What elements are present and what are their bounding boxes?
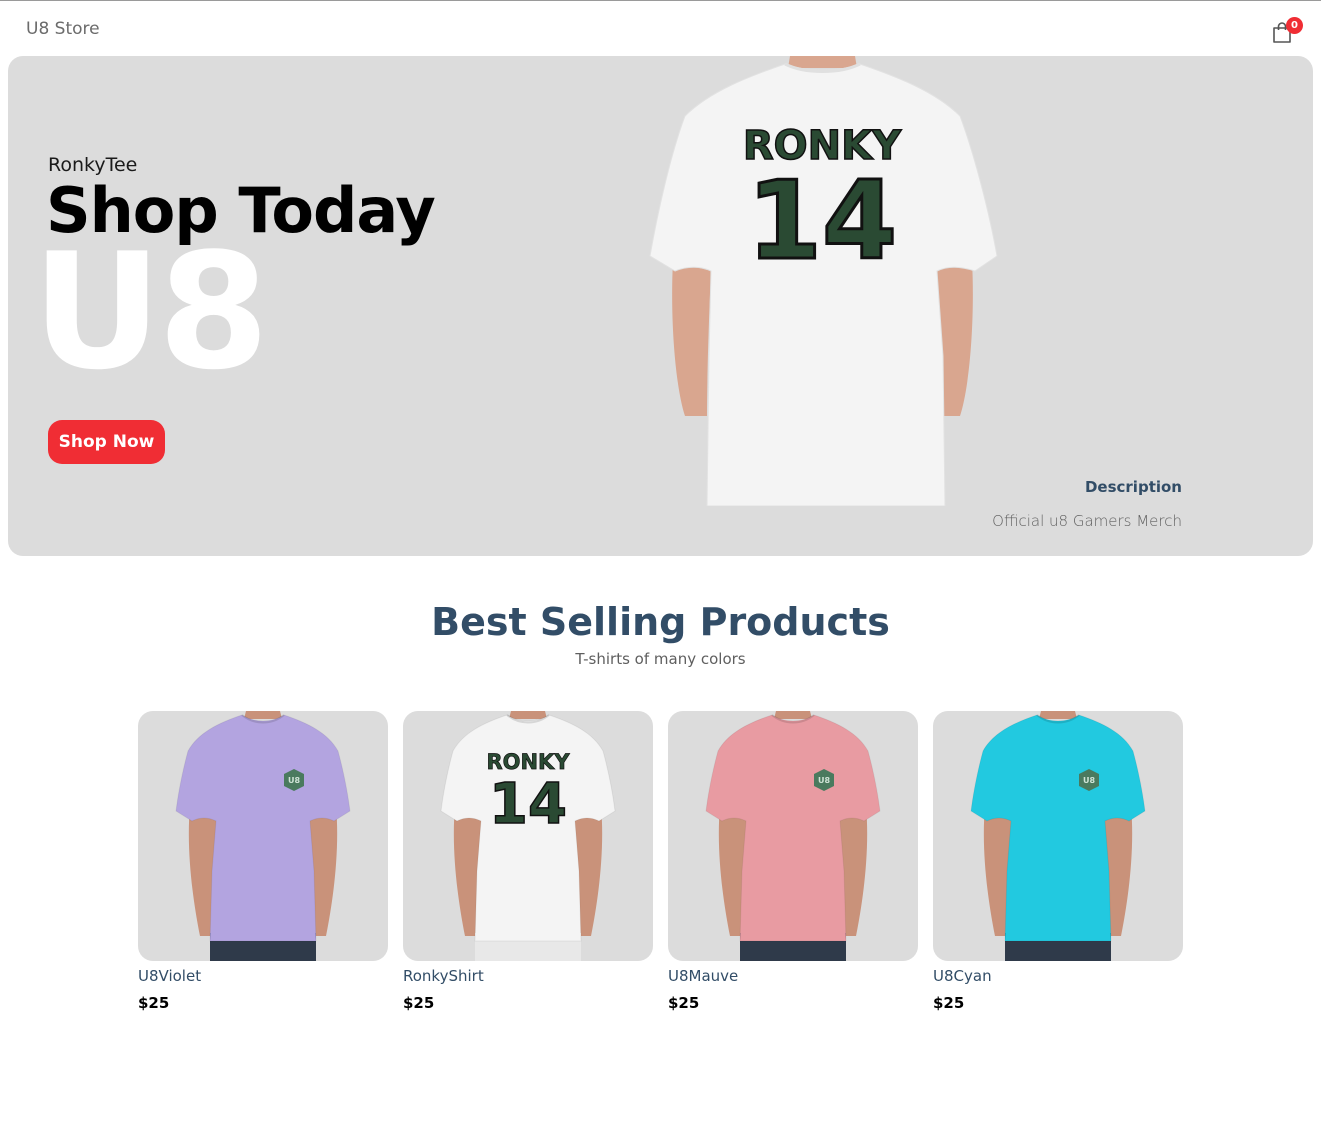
- products-heading: Best Selling Products T-shirts of many c…: [0, 600, 1321, 668]
- shirt-illustration: U8: [970, 711, 1146, 961]
- product-card[interactable]: U8 U8Mauve $25: [668, 711, 918, 1021]
- hero-banner: RonkyTee Shop Today U8 Shop Now RONKY 14…: [8, 56, 1313, 556]
- hero-subtitle: RonkyTee: [48, 154, 138, 176]
- store-logo[interactable]: U8 Store: [26, 19, 100, 39]
- product-card[interactable]: RONKY 14 RonkyShirt $25: [403, 711, 653, 1021]
- description-heading: Description: [1084, 478, 1182, 496]
- product-card[interactable]: U8 U8Violet $25: [138, 711, 388, 1021]
- product-price: $25: [403, 994, 435, 1012]
- product-name: U8Violet: [138, 967, 202, 985]
- shirt-neck: [774, 711, 812, 719]
- product-image[interactable]: U8: [668, 711, 918, 961]
- product-name: RonkyShirt: [403, 967, 484, 985]
- product-image[interactable]: U8: [933, 711, 1183, 961]
- shirt-neck: [509, 711, 547, 719]
- shop-now-button[interactable]: Shop Now: [48, 420, 165, 464]
- u8-badge-text: U8: [818, 776, 830, 785]
- product-price: $25: [138, 994, 170, 1012]
- shirt-print-name: RONKY: [486, 750, 570, 774]
- product-image[interactable]: RONKY 14: [403, 711, 653, 961]
- product-image[interactable]: U8: [138, 711, 388, 961]
- shirt-neck: [1039, 711, 1077, 719]
- hero-shirt-image: RONKY 14: [649, 56, 998, 506]
- cart-count-badge: 0: [1286, 17, 1303, 34]
- u8-badge-text: U8: [288, 776, 300, 785]
- product-name: U8Cyan: [933, 967, 992, 985]
- u8-badge-text: U8: [1083, 776, 1095, 785]
- description-text: Official u8 Gamers Merch: [992, 512, 1182, 530]
- product-grid: U8 U8Violet $25 RONKY 14 RonkyShirt $25 U…: [138, 711, 1183, 1031]
- hero-big-text: U8: [32, 218, 269, 405]
- shirt-print-number: 14: [489, 772, 567, 837]
- navbar: U8 Store 0: [0, 1, 1321, 55]
- product-price: $25: [668, 994, 700, 1012]
- product-name: U8Mauve: [668, 967, 739, 985]
- cart-button[interactable]: 0: [1270, 17, 1304, 47]
- product-price: $25: [933, 994, 965, 1012]
- hero-shirt-print-number: 14: [747, 159, 897, 284]
- section-title: Best Selling Products: [431, 600, 890, 644]
- product-card[interactable]: U8 U8Cyan $25: [933, 711, 1183, 1021]
- section-subtitle: T-shirts of many colors: [575, 650, 746, 668]
- shirt-neck: [244, 711, 282, 719]
- shirt-illustration: RONKY14: [440, 711, 616, 961]
- shirt-illustration: U8: [705, 711, 881, 961]
- shirt-illustration: U8: [175, 711, 351, 961]
